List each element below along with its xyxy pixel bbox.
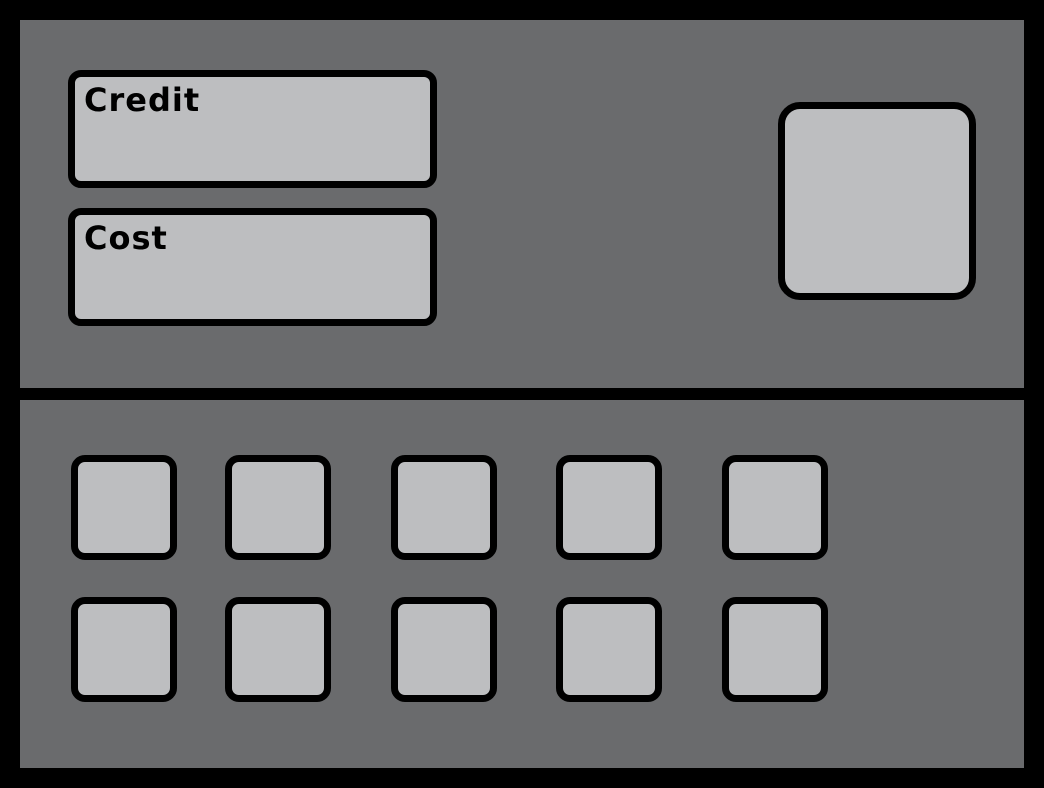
inventory-slot[interactable] (391, 455, 497, 560)
inventory-slot[interactable] (225, 455, 331, 560)
info-panel: Credit Cost (20, 20, 1024, 388)
credit-field: Credit (68, 70, 437, 188)
shop-window: Credit Cost (0, 0, 1044, 788)
inventory-slot[interactable] (71, 597, 177, 702)
inventory-slot[interactable] (722, 455, 828, 560)
cost-field: Cost (68, 208, 437, 326)
inventory-panel (20, 400, 1024, 768)
inventory-slot[interactable] (722, 597, 828, 702)
item-preview-slot (778, 102, 976, 300)
inventory-slot[interactable] (225, 597, 331, 702)
credit-label: Credit (84, 81, 201, 119)
inventory-slot[interactable] (556, 597, 662, 702)
inventory-slot[interactable] (556, 455, 662, 560)
cost-label: Cost (84, 219, 168, 257)
inventory-slot[interactable] (71, 455, 177, 560)
inventory-slot[interactable] (391, 597, 497, 702)
